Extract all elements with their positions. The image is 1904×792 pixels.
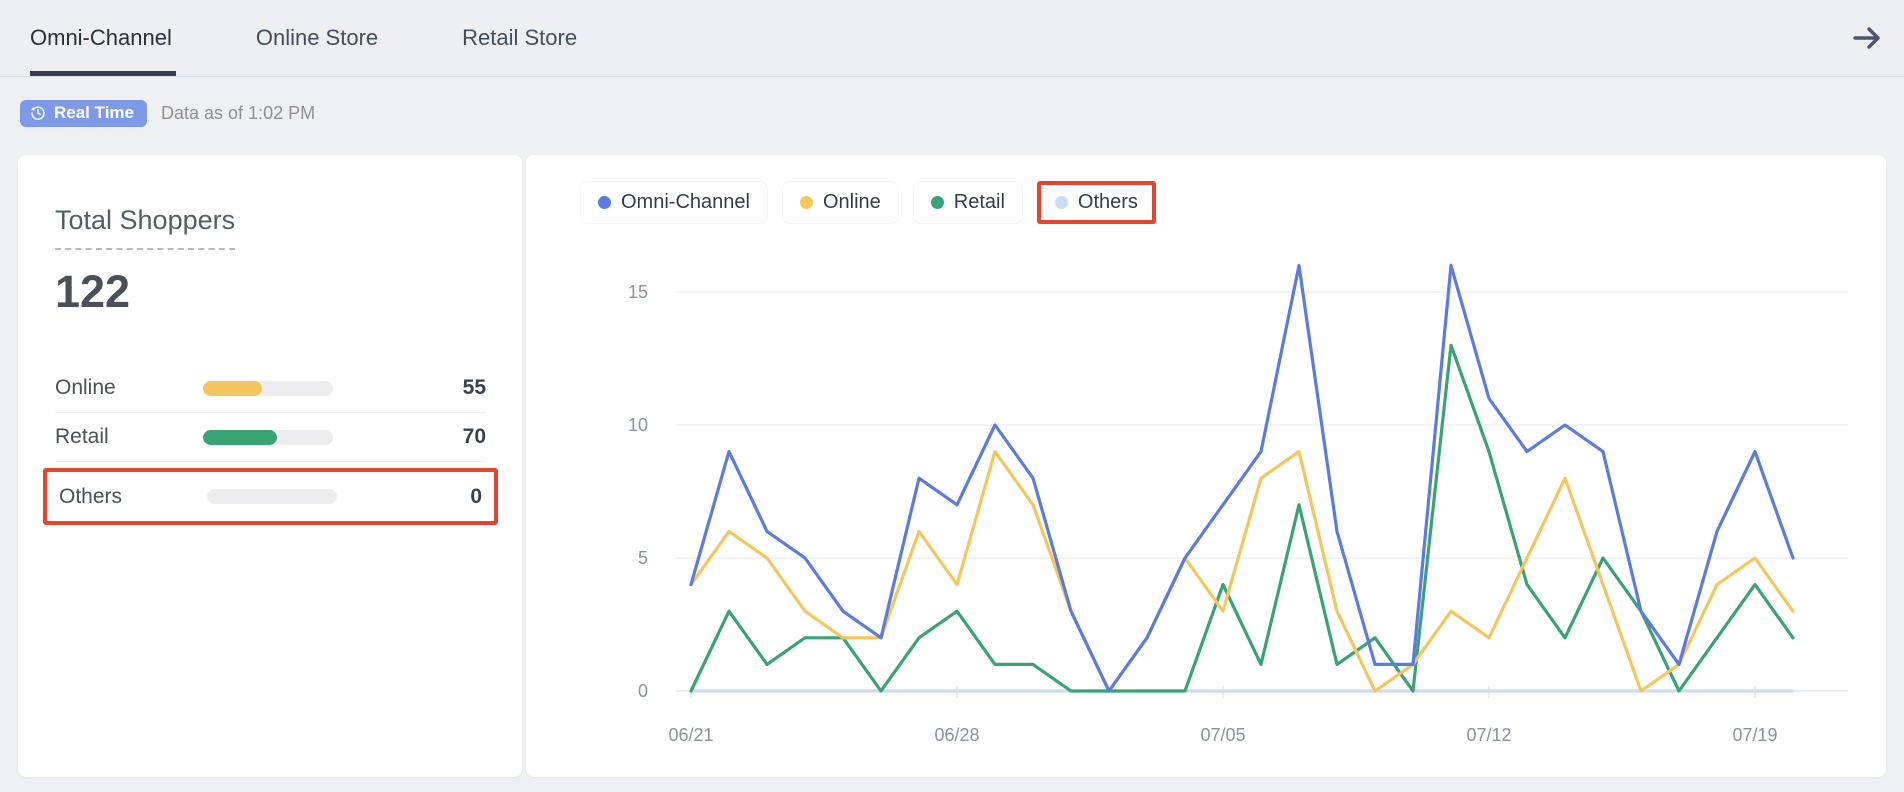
retail-progress-bar [203, 429, 333, 445]
tab-omni-channel[interactable]: Omni-Channel [30, 0, 176, 76]
svg-text:5: 5 [638, 548, 648, 568]
svg-text:06/28: 06/28 [934, 725, 979, 745]
online-progress-bar [203, 380, 333, 396]
svg-text:15: 15 [628, 282, 648, 302]
total-shoppers-panel: Total Shoppers 122 Online 55 Retail 70 O… [18, 155, 522, 777]
stat-label: Online [55, 376, 116, 399]
legend-label: Omni-Channel [621, 191, 750, 213]
svg-text:07/12: 07/12 [1466, 725, 1511, 745]
chart-legend: Omni-Channel Online Retail Others [580, 181, 1156, 224]
legend-label: Others [1077, 191, 1138, 213]
legend-item-others[interactable]: Others [1036, 181, 1156, 224]
total-shoppers-value: 122 [55, 266, 131, 317]
stat-value: 55 [462, 376, 486, 399]
svg-text:10: 10 [628, 415, 648, 435]
legend-dot-icon [930, 196, 944, 209]
svg-text:07/05: 07/05 [1200, 725, 1245, 745]
svg-text:0: 0 [638, 681, 648, 701]
data-as-of-text: Data as of 1:02 PM [161, 102, 316, 123]
legend-label: Retail [953, 191, 1005, 213]
tab-bar: Omni-Channel Online Store Retail Store [0, 0, 1904, 77]
tab-online-store[interactable]: Online Store [256, 0, 378, 76]
status-row: Real Time Data as of 1:02 PM [0, 77, 1904, 155]
tab-retail-store[interactable]: Retail Store [462, 0, 577, 76]
stat-value: 0 [470, 484, 482, 508]
legend-item-online[interactable]: Online [781, 181, 899, 224]
shoppers-chart-panel: Omni-Channel Online Retail Others 0 5 10 15… [526, 155, 1886, 777]
others-progress-bar [207, 489, 337, 504]
legend-item-retail[interactable]: Retail [912, 181, 1023, 224]
stat-label: Others [59, 484, 123, 508]
shoppers-line-chart: 0 5 10 15 06/21 06/28 07/05 07/12 07/19 [628, 263, 1848, 745]
stat-row-online: Online 55 [55, 364, 486, 413]
real-time-label: Real Time [54, 102, 135, 122]
clock-icon [31, 106, 45, 120]
real-time-badge: Real Time [20, 99, 148, 127]
panel-title[interactable]: Total Shoppers [55, 205, 236, 250]
svg-text:07/19: 07/19 [1732, 725, 1777, 745]
legend-label: Online [822, 191, 881, 213]
others-row-highlight-box: Others 0 [43, 468, 498, 525]
legend-item-omni-channel[interactable]: Omni-Channel [580, 181, 768, 224]
stat-value: 70 [462, 425, 486, 448]
legend-dot-icon [598, 196, 611, 209]
stat-label: Retail [55, 425, 109, 448]
legend-dot-icon [799, 196, 813, 209]
svg-text:06/21: 06/21 [668, 725, 713, 745]
legend-dot-icon [1054, 196, 1068, 209]
main-content: Total Shoppers 122 Online 55 Retail 70 O… [0, 155, 1904, 777]
stat-row-retail: Retail 70 [55, 413, 486, 462]
channel-breakdown-list: Online 55 Retail 70 Others 0 [43, 364, 498, 525]
arrow-right-icon[interactable] [1852, 24, 1882, 52]
stat-row-others: Others 0 [59, 472, 482, 521]
